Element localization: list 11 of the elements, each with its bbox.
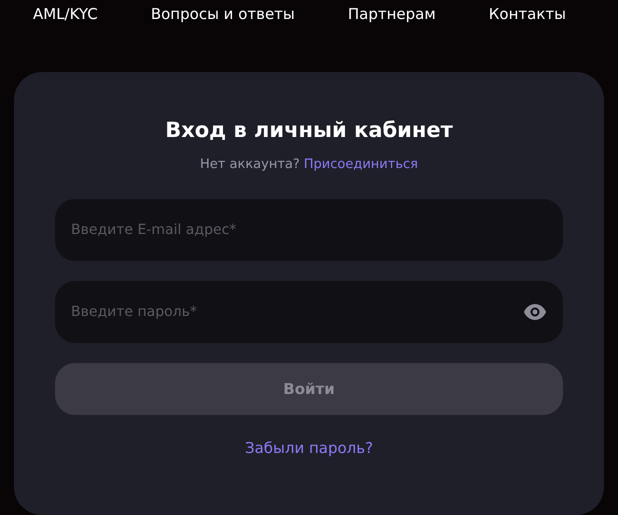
email-field[interactable]: Введите E-mail адрес* — [55, 199, 563, 261]
forgot-password-link[interactable]: Забыли пароль? — [244, 439, 374, 457]
nav-link[interactable]: AML/KYC — [33, 4, 98, 56]
join-link[interactable]: Присоединиться — [304, 156, 418, 174]
eye-icon[interactable] — [523, 303, 547, 321]
signup-prompt: Нет аккаунта? — [200, 156, 300, 174]
password-field[interactable]: Введите пароль* — [55, 281, 563, 343]
login-title: Вход в личный кабинет — [165, 117, 453, 144]
nav-link[interactable]: Контакты — [488, 4, 566, 56]
nav-link[interactable]: Вопросы и ответы — [150, 4, 295, 56]
nav-link[interactable]: Партнерам — [348, 4, 436, 56]
